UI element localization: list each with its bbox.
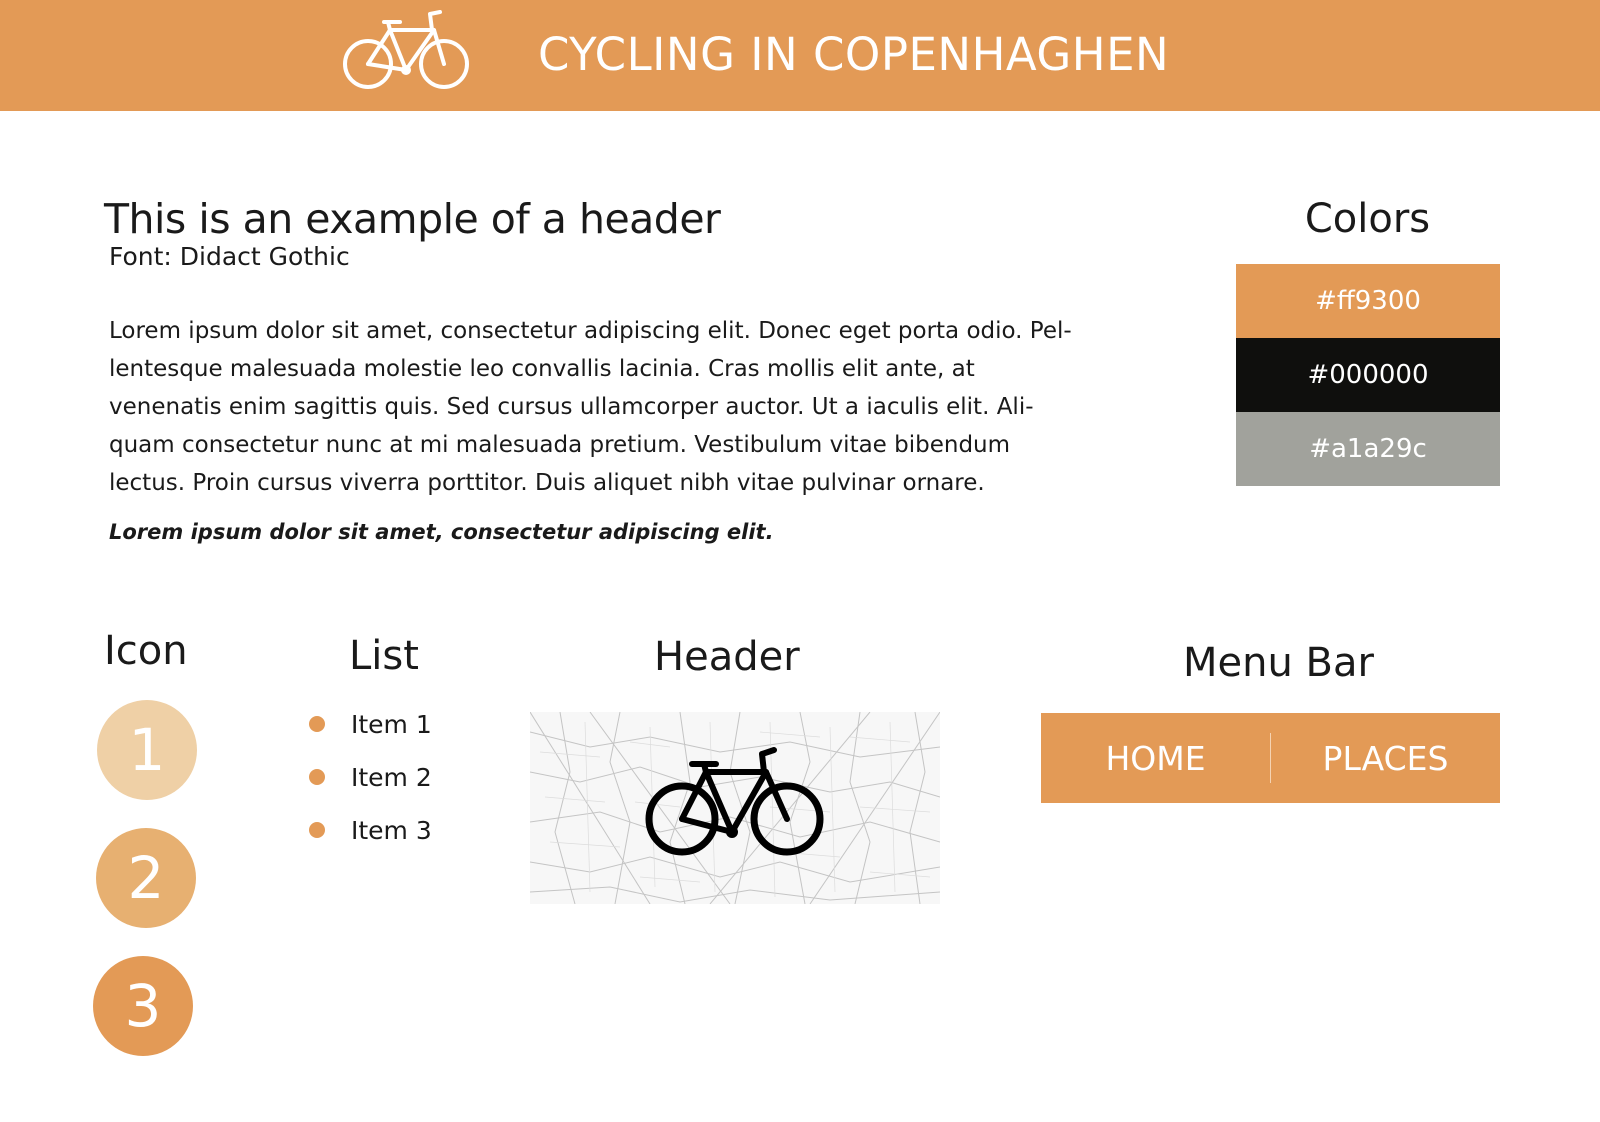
list-item-label: Item 3 xyxy=(351,815,432,845)
menu-section-title: Menu Bar xyxy=(1183,640,1374,686)
icon-section-title: Icon xyxy=(104,628,188,674)
italic-sample: Lorem ipsum dolor sit amet, consectetur … xyxy=(109,520,774,544)
body-line: venenatis enim sagittis quis. Sed cursus… xyxy=(109,394,1034,420)
body-line: lectus. Proin cursus viverra porttitor. … xyxy=(109,470,985,496)
list-item-label: Item 1 xyxy=(351,709,432,739)
color-swatch-orange: #ff9300 xyxy=(1236,264,1500,338)
list-item: Item 2 xyxy=(309,762,432,792)
menu-item-places[interactable]: PLACES xyxy=(1271,713,1500,803)
menu-item-home[interactable]: HOME xyxy=(1041,713,1270,803)
city-map-icon xyxy=(530,712,940,904)
header-section-title: Header xyxy=(654,634,800,680)
color-swatch-gray: #a1a29c xyxy=(1236,412,1500,486)
number-one-icon: 1 xyxy=(97,700,197,800)
body-line: lentesque malesuada molestie leo convall… xyxy=(109,356,975,382)
site-title: CYCLING IN COPENHAGHEN xyxy=(538,28,1170,81)
bullet-icon xyxy=(309,769,325,785)
colors-title: Colors xyxy=(1304,196,1431,242)
header-image xyxy=(530,712,940,904)
color-swatch-black: #000000 xyxy=(1236,338,1500,412)
body-paragraph: Lorem ipsum dolor sit amet, consectetur … xyxy=(109,312,1129,502)
example-header: This is an example of a header xyxy=(104,195,721,243)
list-item: Item 1 xyxy=(309,709,432,739)
list-section-title: List xyxy=(349,633,419,679)
menu-bar: HOME PLACES xyxy=(1041,713,1500,803)
number-three-icon: 3 xyxy=(93,956,193,1056)
bicycle-icon xyxy=(343,10,469,89)
font-note: Font: Didact Gothic xyxy=(109,242,350,271)
list-item-label: Item 2 xyxy=(351,762,432,792)
bullet-icon xyxy=(309,716,325,732)
body-line: Lorem ipsum dolor sit amet, consectetur … xyxy=(109,318,1072,344)
list-item: Item 3 xyxy=(309,815,432,845)
bullet-icon xyxy=(309,822,325,838)
site-header-bar: CYCLING IN COPENHAGHEN xyxy=(0,0,1600,111)
body-line: quam consectetur nunc at mi malesuada pr… xyxy=(109,432,1011,458)
number-two-icon: 2 xyxy=(96,828,196,928)
